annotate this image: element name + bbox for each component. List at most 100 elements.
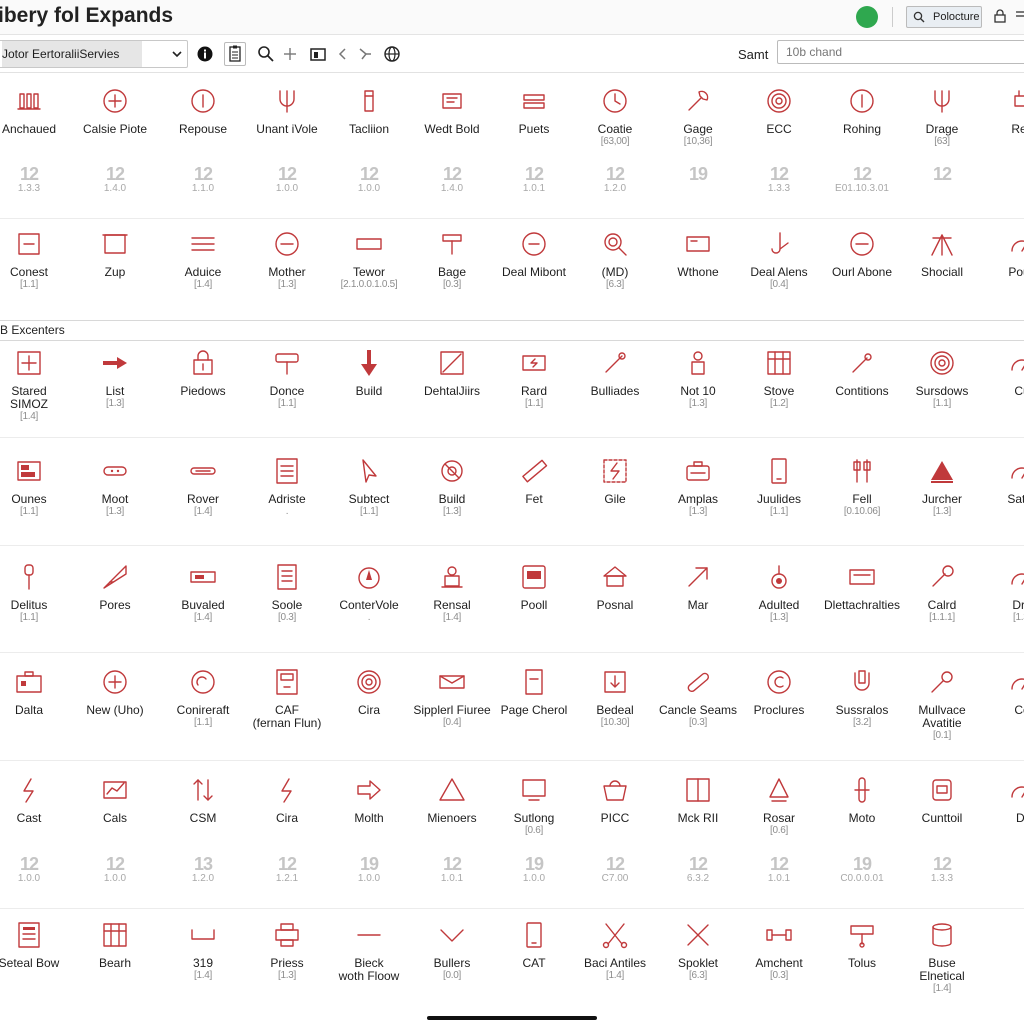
icon-tile[interactable]: New (Uho) <box>73 667 157 717</box>
icon-tile[interactable]: Anchaued <box>0 86 71 136</box>
plus-icon[interactable] <box>281 45 299 63</box>
icon-tile[interactable]: Priess [1.3] <box>245 920 329 982</box>
icon-tile[interactable]: Tolus <box>820 920 904 970</box>
icon-tile[interactable]: Fell [0.10.06] <box>820 456 904 518</box>
icon-tile[interactable]: Cira <box>327 667 411 717</box>
icon-tile[interactable]: Wthone <box>656 229 740 279</box>
icon-tile[interactable]: Rensal [1.4] <box>410 562 494 624</box>
icon-tile[interactable]: Res <box>980 86 1024 136</box>
icon-tile[interactable]: Soole [0.3] <box>245 562 329 624</box>
icon-tile[interactable]: CSM <box>161 775 245 825</box>
icon-tile[interactable]: Mienoers <box>410 775 494 825</box>
icon-tile[interactable]: Coatie [63,00] <box>573 86 657 148</box>
icon-tile[interactable]: Sipplerl Fiuree [0.4] <box>410 667 494 729</box>
icon-tile[interactable]: Stared SIMOZ [1.4] <box>0 348 71 423</box>
icon-tile[interactable]: Conireraft [1.1] <box>161 667 245 729</box>
icon-tile[interactable]: Repouse <box>161 86 245 136</box>
icon-tile[interactable]: Dalta <box>0 667 71 717</box>
icon-tile[interactable]: Posnal <box>573 562 657 612</box>
icon-tile[interactable]: Baci Antiles [1.4] <box>573 920 657 982</box>
icon-tile[interactable]: Sursdows [1.1] <box>900 348 984 410</box>
icon-tile[interactable]: DehtalJiirs <box>410 348 494 398</box>
icon-tile[interactable]: Deal Mibont <box>492 229 576 279</box>
icon-tile[interactable]: ConterVole. <box>327 562 411 624</box>
icon-tile[interactable]: Gage [10,36] <box>656 86 740 148</box>
icon-tile[interactable]: Moot [1.3] <box>73 456 157 518</box>
icon-tile[interactable]: Rover [1.4] <box>161 456 245 518</box>
icon-tile[interactable]: Tacliion <box>327 86 411 136</box>
icon-tile[interactable]: Piedows <box>161 348 245 398</box>
icon-tile[interactable]: Mar <box>656 562 740 612</box>
filter-input[interactable] <box>777 40 1024 64</box>
icon-tile[interactable]: Mother [1.3] <box>245 229 329 291</box>
icon-tile[interactable]: Deal Alens [0.4] <box>737 229 821 291</box>
icon-tile[interactable]: Calsie Piote <box>73 86 157 136</box>
icon-tile[interactable]: Drage [63] <box>900 86 984 148</box>
icon-tile[interactable]: Adulted [1.3] <box>737 562 821 624</box>
icon-tile[interactable]: Contitions <box>820 348 904 398</box>
icon-tile[interactable]: Rosar [0.6] <box>737 775 821 837</box>
icon-tile[interactable]: Gile <box>573 456 657 506</box>
clipboard-icon[interactable] <box>224 42 246 66</box>
icon-tile[interactable]: Mck RII <box>656 775 740 825</box>
icon-tile[interactable]: Donce [1.1] <box>245 348 329 410</box>
icon-tile[interactable]: Buse Elnetical [1.4] <box>900 920 984 995</box>
icon-tile[interactable]: Build <box>327 348 411 398</box>
icon-tile[interactable]: Proclures <box>737 667 821 717</box>
icon-tile[interactable]: Adriste. <box>245 456 329 518</box>
icon-tile[interactable]: Calrd [1.1.1] <box>900 562 984 624</box>
icon-tile[interactable]: Wedt Bold <box>410 86 494 136</box>
icon-tile[interactable]: Page Cherol <box>492 667 576 717</box>
icon-tile[interactable]: Buvaled [1.4] <box>161 562 245 624</box>
icon-tile[interactable]: Cast <box>0 775 71 825</box>
icon-tile[interactable]: Cu <box>980 348 1024 398</box>
icon-tile[interactable]: Bulliades <box>573 348 657 398</box>
icon-tile[interactable]: Dlettachralties <box>820 562 904 612</box>
icon-tile[interactable]: Mullvace Avatitie [0.1] <box>900 667 984 742</box>
icon-tile[interactable]: Stove [1.2] <box>737 348 821 410</box>
menu-icon[interactable] <box>1016 8 1024 24</box>
icon-tile[interactable]: Co <box>980 667 1024 717</box>
icon-tile[interactable]: ECC <box>737 86 821 136</box>
icon-tile[interactable]: 319 [1.4] <box>161 920 245 982</box>
icon-tile[interactable]: Rohing <box>820 86 904 136</box>
icon-tile[interactable]: List [1.3] <box>73 348 157 410</box>
icon-tile[interactable]: Dre[1.3] <box>980 562 1024 624</box>
icon-tile[interactable]: Cals <box>73 775 157 825</box>
globe-icon[interactable] <box>383 45 401 63</box>
icon-tile[interactable]: Amplas [1.3] <box>656 456 740 518</box>
icon-tile[interactable]: Seteal Bow <box>0 920 71 970</box>
home-indicator[interactable] <box>427 1016 597 1020</box>
icon-tile[interactable]: Bage [0.3] <box>410 229 494 291</box>
search-icon[interactable] <box>257 45 275 63</box>
icon-tile[interactable]: (MD) [6.3] <box>573 229 657 291</box>
status-dot[interactable] <box>856 6 878 28</box>
icon-tile[interactable]: Amchent [0.3] <box>737 920 821 982</box>
icon-tile[interactable]: Jurcher [1.3] <box>900 456 984 518</box>
icon-tile[interactable]: Ourl Abone <box>820 229 904 279</box>
icon-tile[interactable]: Delitus [1.1] <box>0 562 71 624</box>
icon-tile[interactable]: Zup <box>73 229 157 279</box>
icon-tile[interactable]: Moto <box>820 775 904 825</box>
icon-tile[interactable]: Puets <box>492 86 576 136</box>
icon-tile[interactable]: DI <box>980 775 1024 825</box>
icon-tile[interactable]: Bieck woth Floow <box>327 920 411 983</box>
pin-icon[interactable] <box>356 45 374 63</box>
icon-tile[interactable]: Ounes [1.1] <box>0 456 71 518</box>
icon-tile[interactable]: CAF (fernan Flun) <box>245 667 329 730</box>
icon-tile[interactable]: Not 10 [1.3] <box>656 348 740 410</box>
icon-tile[interactable]: Sussralos [3.2] <box>820 667 904 729</box>
filter-select[interactable]: Jotor EertoraliiServies <box>0 40 188 68</box>
icon-tile[interactable]: Fet <box>492 456 576 506</box>
lock-icon[interactable] <box>992 8 1008 24</box>
icon-tile[interactable]: Tewor [2.1.0.0.1.0.5] <box>327 229 411 291</box>
icon-tile[interactable]: Spoklet [6.3] <box>656 920 740 982</box>
icon-tile[interactable]: Subtect [1.1] <box>327 456 411 518</box>
icon-tile[interactable]: Bedeal [10.30] <box>573 667 657 729</box>
info-icon[interactable] <box>196 45 214 63</box>
icon-tile[interactable]: CAT <box>492 920 576 970</box>
icon-tile[interactable]: Rard [1.1] <box>492 348 576 410</box>
folder-icon[interactable] <box>309 45 327 63</box>
icon-tile[interactable]: Aduice [1.4] <box>161 229 245 291</box>
icon-tile[interactable]: Cira <box>245 775 329 825</box>
